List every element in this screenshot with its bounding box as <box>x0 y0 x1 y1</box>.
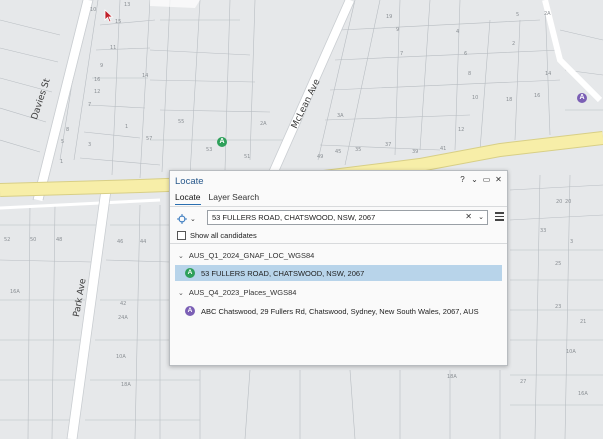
parcel-label: 20 <box>565 199 572 205</box>
parcel-label: 10A <box>116 354 126 360</box>
parcel-label: 11 <box>110 45 117 51</box>
parcel-label: 9 <box>100 63 104 69</box>
parcel-label: 16 <box>534 93 541 99</box>
parcel-label: 2 <box>512 41 516 47</box>
search-input[interactable] <box>212 212 457 223</box>
chevron-down-icon[interactable]: ⌄ <box>478 213 484 221</box>
parcel-label: 18A <box>447 374 457 380</box>
tab-locate[interactable]: Locate <box>175 192 201 205</box>
maximize-icon[interactable]: ▭ <box>482 175 491 184</box>
parcel-label: 49 <box>317 154 324 160</box>
parcel-label: 8 <box>468 71 472 77</box>
parcel-label: 6 <box>464 51 468 57</box>
result-pin-marker[interactable]: A <box>577 93 587 103</box>
crosshair-icon <box>177 214 187 224</box>
parcel-label: 19 <box>386 14 393 20</box>
parcel-label: 37 <box>385 142 392 148</box>
search-box: ✕ ⌄ <box>207 210 488 225</box>
parcel-label: 42 <box>120 301 127 307</box>
result-badge-icon: A <box>185 306 195 316</box>
tab-divider <box>170 206 507 207</box>
parcel-label: 9 <box>396 27 400 33</box>
parcel-label: 4 <box>456 29 460 35</box>
parcel-label: 1 <box>125 124 129 130</box>
chevron-down-icon[interactable]: ⌄ <box>470 175 479 184</box>
close-icon[interactable]: ✕ <box>494 175 503 184</box>
result-text: ABC Chatswood, 29 Fullers Rd, Chatswood,… <box>201 306 479 316</box>
parcel-label: 24A <box>118 315 128 321</box>
parcel-label: 5 <box>61 139 65 145</box>
parcel-label: 3 <box>88 142 92 148</box>
parcel-label: 35 <box>355 147 362 153</box>
parcel-label: 33 <box>540 228 547 234</box>
clear-icon[interactable]: ✕ <box>465 212 472 221</box>
parcel-label: 13 <box>124 2 131 8</box>
parcel-label: 10 <box>90 7 97 13</box>
mouse-cursor-icon <box>104 9 114 23</box>
parcel-label: 44 <box>140 239 147 245</box>
pane-title: Locate <box>175 176 204 187</box>
parcel-label: 25 <box>555 261 562 267</box>
locator-options-button[interactable]: ⌄ <box>177 212 205 226</box>
parcel-label: 53 <box>206 147 213 153</box>
parcel-label: 16A <box>10 289 20 295</box>
result-item[interactable]: A 53 FULLERS ROAD, CHATSWOOD, NSW, 2067 <box>175 265 502 281</box>
parcel-label: 5 <box>516 12 520 18</box>
parcel-label: 52 <box>4 237 11 243</box>
parcel-label: 27 <box>520 379 527 385</box>
parcel-label: 12 <box>94 89 101 95</box>
chevron-down-icon: ⌄ <box>190 216 196 223</box>
help-icon[interactable]: ? <box>458 175 467 184</box>
parcel-label: 16A <box>578 391 588 397</box>
parcel-label: 57 <box>146 136 153 142</box>
parcel-label: 23 <box>555 304 562 310</box>
pane-title-controls: ? ⌄ ▭ ✕ <box>458 175 503 184</box>
result-item[interactable]: A ABC Chatswood, 29 Fullers Rd, Chatswoo… <box>175 303 502 319</box>
parcel-label: 51 <box>244 154 251 160</box>
chevron-down-icon: ⌄ <box>178 252 184 260</box>
parcel-label: 45 <box>335 149 342 155</box>
tab-layer-search[interactable]: Layer Search <box>209 192 260 205</box>
result-pin-marker[interactable]: A <box>217 137 227 147</box>
parcel-label: 55 <box>178 119 185 125</box>
parcel-label: 12 <box>458 127 465 133</box>
parcel-label: 14 <box>545 71 552 77</box>
show-all-candidates-option: Show all candidates <box>177 231 257 240</box>
parcel-label: 7 <box>400 51 404 57</box>
result-badge-icon: A <box>185 268 195 278</box>
locate-pane: Locate ? ⌄ ▭ ✕ Locate Layer Search ⌄ ✕ ⌄… <box>169 170 508 366</box>
parcel-label: 48 <box>56 237 63 243</box>
result-group-gnaf[interactable]: ⌄ AUS_Q1_2024_GNAF_LOC_WGS84 <box>178 251 314 260</box>
parcel-label: 21 <box>580 319 587 325</box>
parcel-label: 15 <box>115 19 122 25</box>
result-group-name: AUS_Q1_2024_GNAF_LOC_WGS84 <box>188 251 315 260</box>
menu-icon[interactable] <box>495 212 504 223</box>
parcel-label: 50 <box>30 237 37 243</box>
divider <box>170 243 507 244</box>
parcel-label: 18A <box>121 382 131 388</box>
result-text: 53 FULLERS ROAD, CHATSWOOD, NSW, 2067 <box>201 268 365 278</box>
parcel-label: 3 <box>570 239 574 245</box>
parcel-label: 41 <box>440 146 447 152</box>
parcel-label: 14 <box>142 73 149 79</box>
parcel-label: 39 <box>412 149 419 155</box>
parcel-label: 2A <box>260 121 267 127</box>
parcel-label: 16 <box>94 77 101 83</box>
chevron-down-icon: ⌄ <box>178 289 184 297</box>
parcel-label: 10 <box>472 95 479 101</box>
parcel-label: 1 <box>60 159 64 165</box>
parcel-label: 8 <box>66 127 70 133</box>
result-group-name: AUS_Q4_2023_Places_WGS84 <box>188 288 297 297</box>
parcel-label: 3A <box>337 113 344 119</box>
parcel-label: 10A <box>566 349 576 355</box>
show-all-candidates-label: Show all candidates <box>190 231 257 240</box>
result-group-places[interactable]: ⌄ AUS_Q4_2023_Places_WGS84 <box>178 288 296 297</box>
parcel-label: 20 <box>556 199 563 205</box>
parcel-label: 18 <box>506 97 513 103</box>
show-all-candidates-checkbox[interactable] <box>177 231 186 240</box>
parcel-label: 7 <box>88 102 92 108</box>
parcel-label: 2A <box>544 11 551 17</box>
parcel-label: 46 <box>117 239 124 245</box>
pane-tabs: Locate Layer Search <box>175 192 259 205</box>
